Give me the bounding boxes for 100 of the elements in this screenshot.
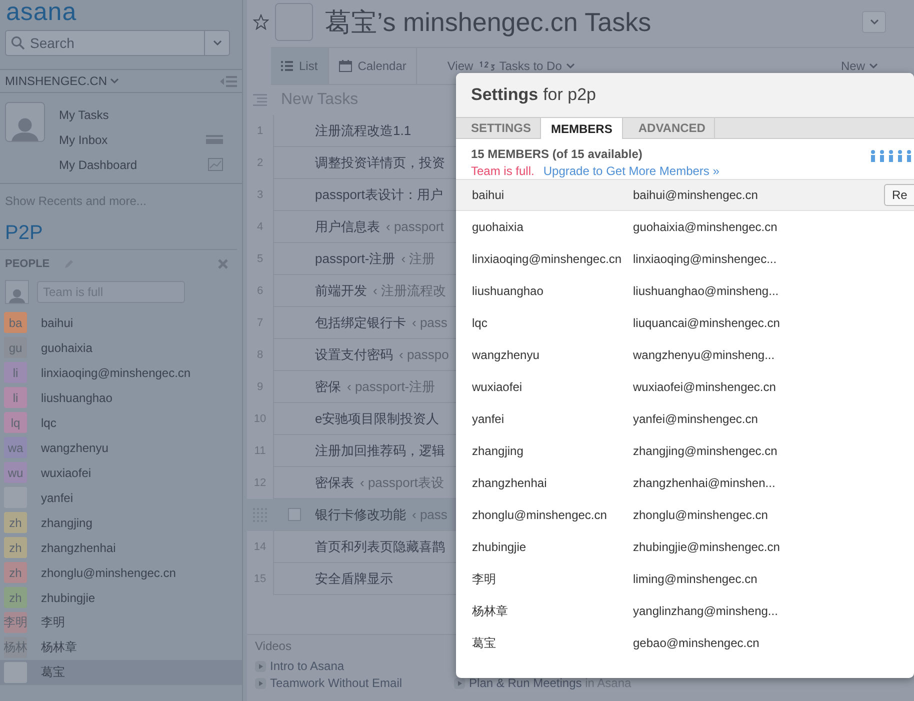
parent-task-link[interactable]: ‹ pass [412, 315, 448, 330]
person-icon [8, 288, 26, 303]
task-name: e安驰项目限制投资人 [315, 410, 440, 428]
nav-link[interactable]: My Inbox [59, 132, 108, 146]
search-field[interactable]: Search [5, 30, 230, 56]
list-icon [281, 61, 293, 71]
member-name: lqc [471, 316, 488, 330]
task-name: 调整投资详情页，投资 [315, 154, 445, 172]
task-name: 用户信息表 [315, 218, 380, 236]
person-row[interactable]: zh zhubingjie [0, 585, 242, 610]
person-name: yanfei [41, 490, 74, 504]
parent-task-link[interactable]: ‹ passport表设 [360, 474, 444, 492]
parent-task-link[interactable]: ‹ passpo [399, 347, 449, 362]
person-row[interactable]: zh zhangjing [0, 510, 242, 535]
member-email: gebao@minshengec.cn [633, 636, 760, 650]
close-icon[interactable] [218, 259, 228, 269]
person-row[interactable]: 葛宝 [0, 660, 242, 685]
reorder-icon[interactable] [253, 94, 267, 106]
star-icon[interactable] [253, 14, 269, 30]
person-name: lqc [41, 416, 56, 430]
member-name: zhonglu@minshengec.cn [471, 508, 608, 522]
asana-logo[interactable]: asana [0, 0, 242, 28]
member-row[interactable]: 葛宝 gebao@minshengec.cn [456, 627, 914, 659]
parent-task-link[interactable]: ‹ passport-注册 [347, 378, 436, 396]
member-row[interactable]: zhonglu@minshengec.cn zhonglu@minshengec.cn [456, 499, 914, 531]
member-email: yanglinzhang@minsheng... [633, 604, 779, 618]
parent-task-link[interactable]: ‹ passport [386, 219, 444, 234]
member-row[interactable]: liushuanghao liushuanghao@minsheng... [456, 275, 914, 307]
task-name: 密保表 [315, 474, 354, 492]
member-row[interactable]: 李明 liming@minshengec.cn [456, 563, 914, 595]
task-name: passport-注册 [315, 250, 396, 268]
member-name: liushuanghao [471, 284, 544, 298]
parent-task-link[interactable]: ‹ 注册 [401, 250, 436, 268]
person-name: liushuanghao [41, 390, 112, 404]
view-tab[interactable]: Calendar [328, 48, 418, 84]
person-row[interactable]: wu wuxiaofei [0, 460, 242, 485]
view-tab[interactable]: List [271, 48, 329, 84]
play-icon[interactable] [255, 660, 266, 672]
search-icon [11, 36, 25, 50]
member-row[interactable]: linxiaoqing@minshengec.cn linxiaoqing@minshengec... [456, 243, 914, 275]
member-email: zhubingjie@minshengec.cn [633, 540, 781, 554]
member-row[interactable]: guohaixia guohaixia@minshengec.cn [456, 211, 914, 243]
new-menu[interactable]: New [840, 59, 878, 73]
person-row[interactable]: zh zhangzhenhai [0, 535, 242, 560]
header-dropdown[interactable] [862, 11, 886, 33]
task-name: 设置支付密码 [315, 346, 393, 364]
person-name: wangzhenyu [41, 440, 108, 454]
play-icon[interactable] [255, 678, 266, 688]
person-row[interactable]: yanfei [0, 485, 242, 510]
people-icon [870, 150, 914, 162]
member-row[interactable]: 杨林章 yanglinzhang@minsheng... [456, 595, 914, 627]
member-name: baihui [471, 188, 506, 202]
project-name[interactable]: P2P [0, 210, 237, 250]
member-row[interactable]: baihui baihui@minshengec.cn Re [456, 179, 914, 211]
person-row[interactable]: ba baihui [0, 310, 242, 335]
avatar-badge: wa [4, 437, 27, 458]
person-icon [10, 116, 40, 141]
inbox-icon [206, 135, 223, 144]
user-avatar[interactable] [5, 102, 45, 142]
avatar-badge: li [4, 387, 27, 408]
nav-link[interactable]: My Tasks [59, 108, 109, 122]
sort-icon [479, 61, 496, 71]
play-icon[interactable] [454, 678, 466, 688]
dialog-tab[interactable]: MEMBERS [541, 118, 624, 139]
member-row[interactable]: zhangzhenhai zhangzhenhai@minshen... [456, 467, 914, 499]
member-email: yanfei@minshengec.cn [633, 412, 759, 426]
member-row[interactable]: zhubingjie zhubingjie@minshengec.cn [456, 531, 914, 563]
member-email: liming@minshengec.cn [633, 572, 758, 586]
member-email: zhonglu@minshengec.cn [633, 508, 769, 522]
member-name: zhubingjie [471, 540, 528, 554]
upgrade-link[interactable]: Upgrade to Get More Members » [543, 164, 720, 178]
video-link[interactable]: Intro to Asana [270, 659, 344, 673]
person-row[interactable]: li liushuanghao [0, 385, 242, 410]
task-name: 安全盾牌显示 [315, 570, 393, 588]
person-row[interactable]: zh zhonglu@minshengec.cn [0, 560, 242, 585]
avatar-badge: wu [4, 462, 27, 483]
video-link[interactable]: Teamwork Without Email [270, 676, 402, 690]
task-checkbox[interactable] [288, 508, 301, 521]
member-row[interactable]: yanfei yanfei@minshengec.cn [456, 403, 914, 435]
person-row[interactable]: wa wangzhenyu [0, 435, 242, 460]
person-row[interactable]: 李明 李明 [0, 610, 242, 635]
nav-link[interactable]: My Dashboard [59, 158, 138, 172]
member-email: linxiaoqing@minshengec... [633, 252, 778, 266]
person-row[interactable]: lq lqc [0, 410, 242, 435]
workspace-menu[interactable]: MINSHENGEC.CN [5, 74, 120, 88]
member-row[interactable]: wangzhenyu wangzhenyu@minsheng... [456, 339, 914, 371]
parent-task-link[interactable]: ‹ 注册流程改 [373, 282, 446, 300]
member-row[interactable]: zhangjing zhangjing@minshengec.cn [456, 435, 914, 467]
person-name: zhangjing [41, 516, 92, 530]
filter-menu[interactable]: Tasks to Do [479, 59, 575, 73]
person-name: linxiaoqing@minshengec.cn [41, 366, 191, 380]
member-row[interactable]: lqc liuquancai@minshengec.cn [456, 307, 914, 339]
person-row[interactable]: li linxiaoqing@minshengec.cn [0, 360, 242, 385]
chart-icon [208, 158, 223, 171]
person-name: wuxiaofei [41, 466, 92, 480]
project-avatar[interactable] [275, 3, 313, 41]
collapse-sidebar-icon[interactable] [220, 76, 237, 86]
remove-button[interactable]: Re [884, 184, 914, 206]
member-row[interactable]: wuxiaofei wuxiaofei@minshengec.cn [456, 371, 914, 403]
person-name: zhonglu@minshengec.cn [41, 566, 176, 580]
